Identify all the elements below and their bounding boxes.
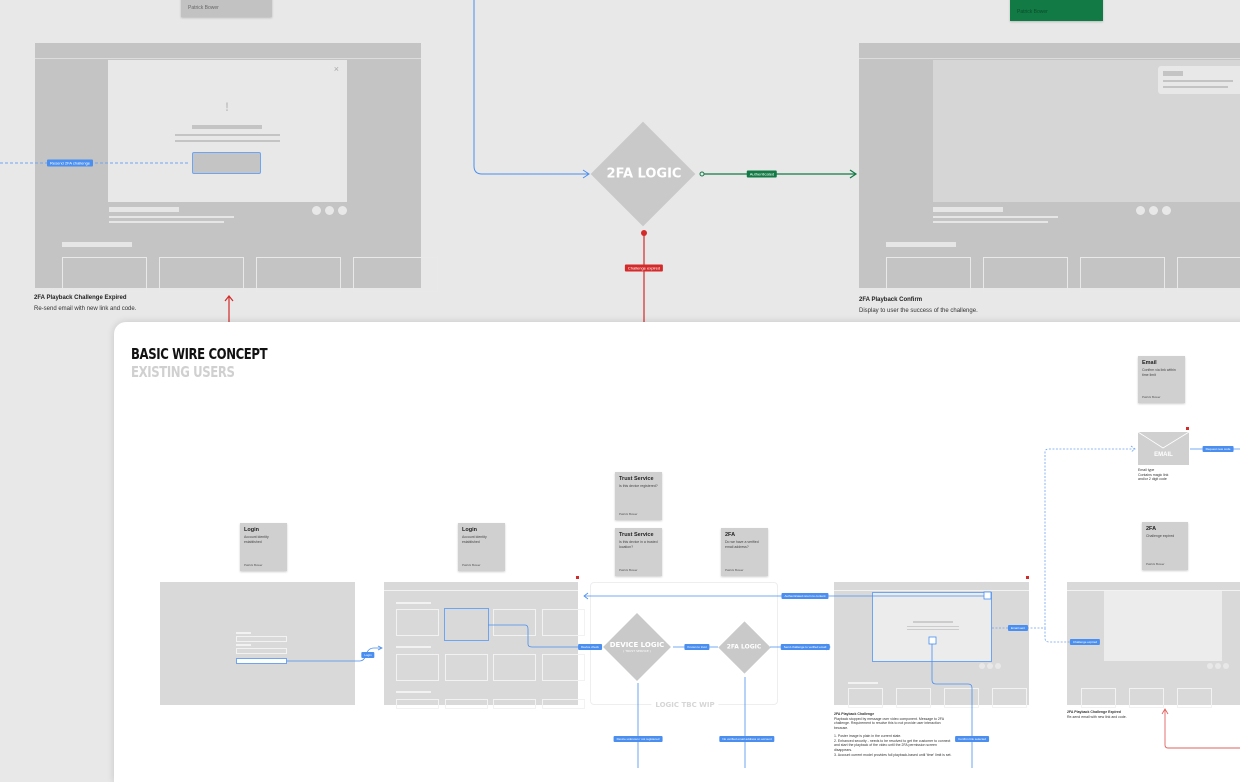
2fa-logic-title: 2FA LOGIC	[726, 643, 762, 651]
flow-label[interactable]: Known to trust	[684, 644, 710, 650]
flow-label[interactable]: Authenticated return to content	[781, 593, 829, 599]
challenge-modal	[872, 592, 992, 662]
flow-label[interactable]: No verified email address on account	[719, 736, 775, 742]
sticky-note[interactable]: Trust Service Is this device in a trusted…	[615, 528, 662, 576]
sticky-author: Patrick Bower	[244, 563, 263, 567]
sticky-body: Account identity established	[462, 535, 487, 544]
logic-title: 2FA LOGIC	[606, 166, 682, 182]
sticky-title: 2FA	[1146, 526, 1157, 532]
sticky-body: Account identity established	[244, 535, 269, 544]
expired-caption: 2FA Playback Challenge Expired Re-send e…	[1067, 710, 1127, 719]
sticky-note[interactable]: 2FA Challenge expired Patrick Bower	[1142, 522, 1188, 570]
sticky-author: Patrick Bower	[725, 568, 744, 572]
sticky-title: Trust Service	[619, 532, 654, 538]
sticky-author: Patrick Bower	[619, 568, 638, 572]
sticky-body: Confirm via link within time limit	[1142, 368, 1176, 377]
sticky-note[interactable]: Login Account identity established Patrick…	[240, 523, 287, 571]
logic-group-label: LOGIC TBC WIP	[651, 701, 719, 709]
sticky-title: Email	[1142, 360, 1157, 366]
device-logic-title: DEVICE LOGIC( TRUST SERVICE )	[609, 641, 665, 653]
sticky-title: Login	[462, 527, 477, 533]
flow-label[interactable]: Login	[361, 652, 375, 658]
sticky-title: Login	[244, 527, 259, 533]
sticky-author: Patrick Bower	[1146, 562, 1165, 566]
email-envelope-icon[interactable]: EMAIL	[1138, 432, 1189, 465]
flow-label[interactable]: Challenge expired	[1069, 639, 1101, 645]
sticky-note[interactable]: Login Account identity established Patrick…	[458, 523, 505, 571]
wireframe-login[interactable]	[160, 582, 355, 705]
sticky-author: Patrick Bower	[619, 512, 638, 516]
flow-label[interactable]: Email sent	[1007, 625, 1029, 631]
sticky-note[interactable]: Trust Service Is this device registered? P…	[615, 472, 662, 520]
flow-label[interactable]: Confirm link selected	[955, 736, 989, 742]
sticky-body: Challenge expired	[1146, 534, 1175, 538]
flow-label[interactable]: Device unknown / not registered	[613, 736, 663, 742]
board-subtitle: EXISTING USERS	[131, 363, 235, 381]
email-caption: Email type Contains magic link and/or 2 …	[1138, 468, 1169, 482]
flow-label[interactable]: Device check	[578, 644, 602, 650]
sticky-body: Do we have a verified email address?	[725, 540, 759, 549]
challenge-caption: 2FA Playback Challenge Playback stopped …	[834, 712, 952, 757]
flow-label-authenticated[interactable]: Authenticated	[746, 170, 778, 178]
sticky-title: 2FA	[725, 532, 736, 538]
sticky-note[interactable]: Email Confirm via link within time limit P…	[1138, 356, 1185, 403]
sticky-title: Trust Service	[619, 476, 654, 482]
login-button[interactable]	[236, 658, 287, 664]
sticky-note[interactable]: 2FA Do we have a verified email address? P…	[721, 528, 768, 576]
board-title: BASIC WIRE CONCEPT	[131, 345, 268, 363]
wireframe-content-grid[interactable]	[384, 582, 585, 709]
sticky-author: Patrick Bower	[1142, 395, 1161, 399]
sticky-body: Is this device in a trusted location?	[619, 540, 658, 549]
sticky-author: Patrick Bower	[462, 563, 481, 567]
flow-label[interactable]: Send challenge to verified email	[780, 644, 830, 650]
selected-content-card[interactable]	[444, 608, 489, 641]
email-label: EMAIL	[1154, 452, 1173, 458]
wireframe-2fa-challenge[interactable]	[834, 582, 1029, 708]
flow-label-resend[interactable]: Resend 2FA challenge	[46, 159, 94, 167]
flow-label-challenge-expired[interactable]: Challenge expired	[624, 264, 664, 272]
flow-label[interactable]: Request new code	[1202, 446, 1234, 452]
sticky-body: Is this device registered?	[619, 484, 658, 488]
